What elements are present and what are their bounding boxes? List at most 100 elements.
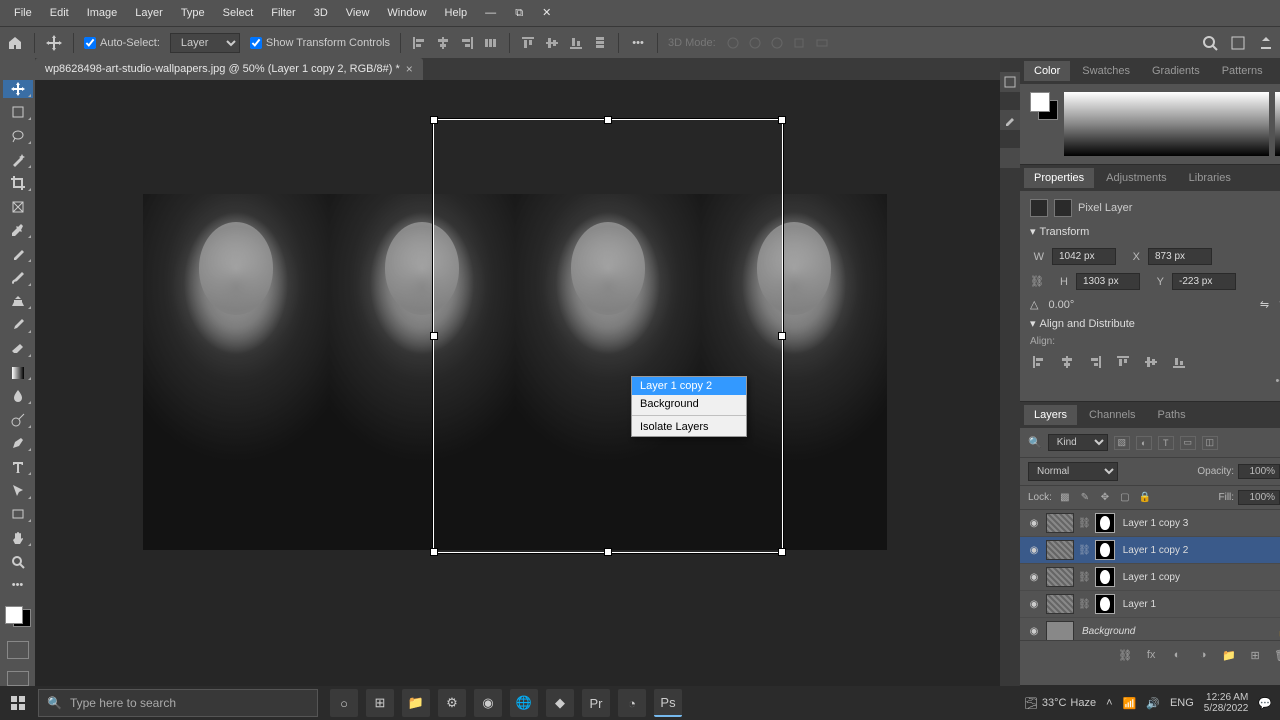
- layer-row[interactable]: ◉⛓Layer 1: [1020, 591, 1280, 618]
- menu-file[interactable]: File: [6, 3, 40, 23]
- obs-icon[interactable]: ◔: [618, 689, 646, 717]
- artboard-tool[interactable]: [3, 104, 33, 122]
- height-field[interactable]: 1303 px: [1076, 273, 1140, 290]
- brush-tool[interactable]: [3, 269, 33, 287]
- photoshop-icon[interactable]: Ps: [654, 689, 682, 717]
- tab-close-icon[interactable]: ×: [406, 62, 413, 76]
- pen-tool[interactable]: [3, 435, 33, 453]
- close-icon[interactable]: ✕: [534, 3, 559, 23]
- link-layers-icon[interactable]: ⛓: [1117, 647, 1133, 663]
- auto-select-target[interactable]: Layer: [170, 33, 240, 53]
- tab-swatches[interactable]: Swatches: [1072, 61, 1140, 81]
- prop-align-bottom-icon[interactable]: [1170, 353, 1188, 371]
- transform-section-toggle[interactable]: ▾ Transform: [1030, 225, 1280, 238]
- align-top-icon[interactable]: [520, 35, 536, 51]
- layer-name[interactable]: Layer 1 copy: [1119, 572, 1280, 583]
- tray-chevron-icon[interactable]: ˄: [1106, 697, 1112, 709]
- layer-row[interactable]: ◉Background🔒: [1020, 618, 1280, 640]
- new-adjustment-icon[interactable]: ◑: [1195, 647, 1211, 663]
- notifications-icon[interactable]: 💬: [1258, 697, 1272, 710]
- lock-position-icon[interactable]: ✥: [1098, 491, 1112, 505]
- filter-pixel-icon[interactable]: ▧: [1114, 436, 1130, 450]
- add-mask-icon[interactable]: ◐: [1169, 647, 1185, 663]
- layer-name[interactable]: Background: [1078, 626, 1273, 637]
- handle-mid-left[interactable]: [430, 332, 438, 340]
- settings-icon[interactable]: ⚙: [438, 689, 466, 717]
- prop-align-top-icon[interactable]: [1114, 353, 1132, 371]
- start-button[interactable]: [4, 689, 32, 717]
- tab-layers[interactable]: Layers: [1024, 405, 1077, 425]
- fill-field[interactable]: 100%: [1238, 490, 1280, 505]
- angle-field[interactable]: 0.00°: [1048, 299, 1074, 311]
- visibility-icon[interactable]: ◉: [1026, 599, 1042, 610]
- layer-filter-kind[interactable]: Kind: [1048, 434, 1108, 451]
- delete-layer-icon[interactable]: 🗑: [1273, 647, 1280, 663]
- quick-mask-icon[interactable]: [7, 641, 29, 659]
- show-transform-checkbox[interactable]: Show Transform Controls: [250, 37, 390, 49]
- filter-search-icon[interactable]: 🔍: [1028, 436, 1042, 449]
- y-field[interactable]: -223 px: [1172, 273, 1236, 290]
- tab-channels[interactable]: Channels: [1079, 405, 1145, 425]
- menu-view[interactable]: View: [338, 3, 378, 23]
- screen-mode-icon[interactable]: [7, 671, 29, 686]
- lasso-tool[interactable]: [3, 127, 33, 145]
- clone-stamp-tool[interactable]: [3, 293, 33, 311]
- layer-name[interactable]: Layer 1 copy 3: [1119, 518, 1280, 529]
- tab-properties[interactable]: Properties: [1024, 168, 1094, 188]
- blur-tool[interactable]: [3, 387, 33, 405]
- info-panel-icon[interactable]: [1000, 148, 1020, 168]
- handle-mid-right[interactable]: [778, 332, 786, 340]
- share-icon[interactable]: [1258, 35, 1274, 51]
- layer-name[interactable]: Layer 1 copy 2: [1119, 545, 1280, 556]
- visibility-icon[interactable]: ◉: [1026, 545, 1042, 556]
- document-tab[interactable]: wp8628498-art-studio-wallpapers.jpg @ 50…: [35, 58, 423, 80]
- task-view-icon[interactable]: ⊞: [366, 689, 394, 717]
- minimize-icon[interactable]: —: [477, 3, 504, 23]
- brushes-panel-icon[interactable]: [1000, 110, 1020, 130]
- prop-align-right-icon[interactable]: [1086, 353, 1104, 371]
- properties-panel-menu-icon[interactable]: ≡: [1275, 172, 1280, 184]
- prop-align-hcenter-icon[interactable]: [1058, 353, 1076, 371]
- distribute-v-icon[interactable]: [592, 35, 608, 51]
- prop-align-vcenter-icon[interactable]: [1142, 353, 1160, 371]
- app-icon[interactable]: ◆: [546, 689, 574, 717]
- tab-color[interactable]: Color: [1024, 61, 1070, 81]
- lock-artboard-icon[interactable]: ▢: [1118, 491, 1132, 505]
- menu-layer[interactable]: Layer: [127, 3, 171, 23]
- align-left-icon[interactable]: [411, 35, 427, 51]
- workspace-icon[interactable]: [1230, 35, 1246, 51]
- link-wh-icon[interactable]: ⛓: [1030, 275, 1044, 288]
- type-tool[interactable]: [3, 458, 33, 476]
- menu-3d[interactable]: 3D: [306, 3, 336, 23]
- lock-pixels-icon[interactable]: ✎: [1078, 491, 1092, 505]
- handle-bot-left[interactable]: [430, 548, 438, 556]
- handle-top-mid[interactable]: [604, 116, 612, 124]
- foreground-background-colors[interactable]: [5, 606, 31, 627]
- brightness-strip[interactable]: [1275, 92, 1280, 156]
- menu-filter[interactable]: Filter: [263, 3, 303, 23]
- tab-paths[interactable]: Paths: [1148, 405, 1196, 425]
- ctx-item-layer1copy2[interactable]: Layer 1 copy 2: [632, 377, 746, 395]
- search-icon[interactable]: [1202, 35, 1218, 51]
- menu-type[interactable]: Type: [173, 3, 213, 23]
- color-fgbg-swatch[interactable]: [1030, 92, 1058, 120]
- align-bottom-icon[interactable]: [568, 35, 584, 51]
- clock[interactable]: 12:26 AM5/28/2022: [1204, 692, 1249, 714]
- opacity-field[interactable]: 100%: [1238, 464, 1280, 479]
- eyedropper-tool[interactable]: [3, 222, 33, 240]
- edge-icon[interactable]: 🌐: [510, 689, 538, 717]
- blend-mode-select[interactable]: Normal: [1028, 462, 1118, 481]
- menu-select[interactable]: Select: [215, 3, 262, 23]
- magic-wand-tool[interactable]: [3, 151, 33, 169]
- more-align-icon[interactable]: •••: [1030, 375, 1280, 387]
- align-hcenter-icon[interactable]: [435, 35, 451, 51]
- width-field[interactable]: 1042 px: [1052, 248, 1116, 265]
- layer-fx-icon[interactable]: fx: [1143, 647, 1159, 663]
- ctx-item-isolate[interactable]: Isolate Layers: [632, 418, 746, 436]
- align-right-icon[interactable]: [459, 35, 475, 51]
- maximize-icon[interactable]: ⧉: [507, 3, 531, 23]
- move-tool[interactable]: [3, 80, 33, 98]
- filter-type-icon[interactable]: T: [1158, 436, 1174, 450]
- dodge-tool[interactable]: [3, 411, 33, 429]
- handle-top-left[interactable]: [430, 116, 438, 124]
